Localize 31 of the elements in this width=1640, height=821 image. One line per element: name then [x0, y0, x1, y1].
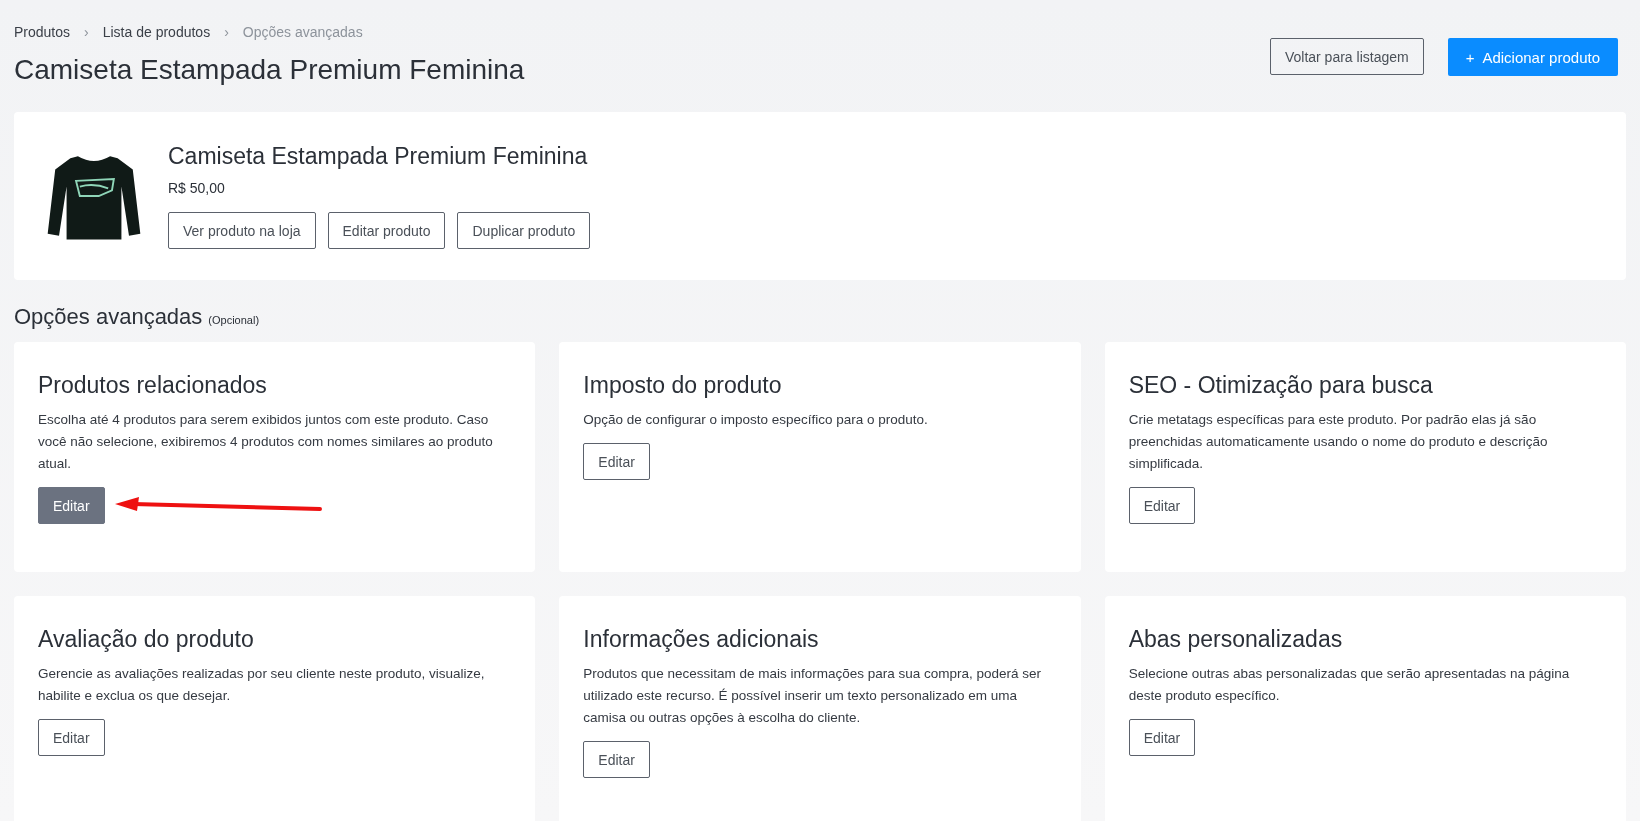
section-note: (Opcional): [208, 314, 260, 326]
breadcrumb-link[interactable]: Produtos: [14, 24, 71, 40]
card-title: SEO - Otimização para busca: [1128, 372, 1434, 399]
edit-button[interactable]: Editar: [583, 443, 650, 480]
card-title: Imposto do produto: [583, 372, 783, 399]
page-title: Camiseta Estampada Premium Feminina: [14, 54, 525, 86]
card-description: Produtos que necessitam de mais informações para sua compra, poderá ser utilizado este recurso. É possível inserir um texto personalizado em uma camisa ou outras opções à escolha do cliente.: [583, 665, 1043, 727]
breadcrumb-link[interactable]: Lista de produtos: [102, 24, 211, 40]
card-description: Crie metatags específicas para este produto. Por padrão elas já são preenchidas automaticamente usando o nome do produto e descrição simplificada.: [1128, 411, 1549, 473]
edit-button[interactable]: Editar: [38, 487, 105, 524]
card-title: Abas personalizadas: [1128, 626, 1344, 653]
edit-button[interactable]: Editar: [1128, 487, 1196, 524]
section-title: Opções avançadas: [14, 304, 203, 330]
edit-button[interactable]: Editar: [38, 719, 105, 756]
back-button[interactable]: Voltar para listagem: [1269, 38, 1424, 75]
card-title: Produtos relacionados: [38, 372, 268, 399]
product-price: R$ 50,00: [168, 180, 226, 196]
product-name: Camiseta Estampada Premium Feminina: [168, 143, 589, 170]
edit-button[interactable]: Editar: [583, 741, 650, 778]
card-title: Informações adicionais: [583, 626, 820, 653]
card-description: Opção de configurar o imposto específico para o produto.: [583, 411, 929, 429]
breadcrumb-separator: ›: [224, 24, 229, 40]
product-action-button[interactable]: Ver produto na loja: [168, 212, 316, 249]
product-action-button[interactable]: Duplicar produto: [457, 212, 591, 249]
edit-button[interactable]: Editar: [1128, 719, 1196, 756]
breadcrumb-separator: ›: [84, 24, 89, 40]
card-description: Gerencie as avaliações realizadas por seu cliente neste produto, visualize, habilite e exclua os que desejar.: [38, 665, 486, 705]
product-action-button[interactable]: Editar produto: [327, 212, 446, 249]
card-description: Escolha até 4 produtos para serem exibidos juntos com este produto. Caso você não selecione, exibiremos 4 produtos com nomes similares ao produto atual.: [38, 411, 494, 473]
card-description: Selecione outras abas personalizadas que serão apresentadas na página deste produto específico.: [1128, 665, 1571, 705]
card-title: Avaliação do produto: [38, 626, 255, 653]
